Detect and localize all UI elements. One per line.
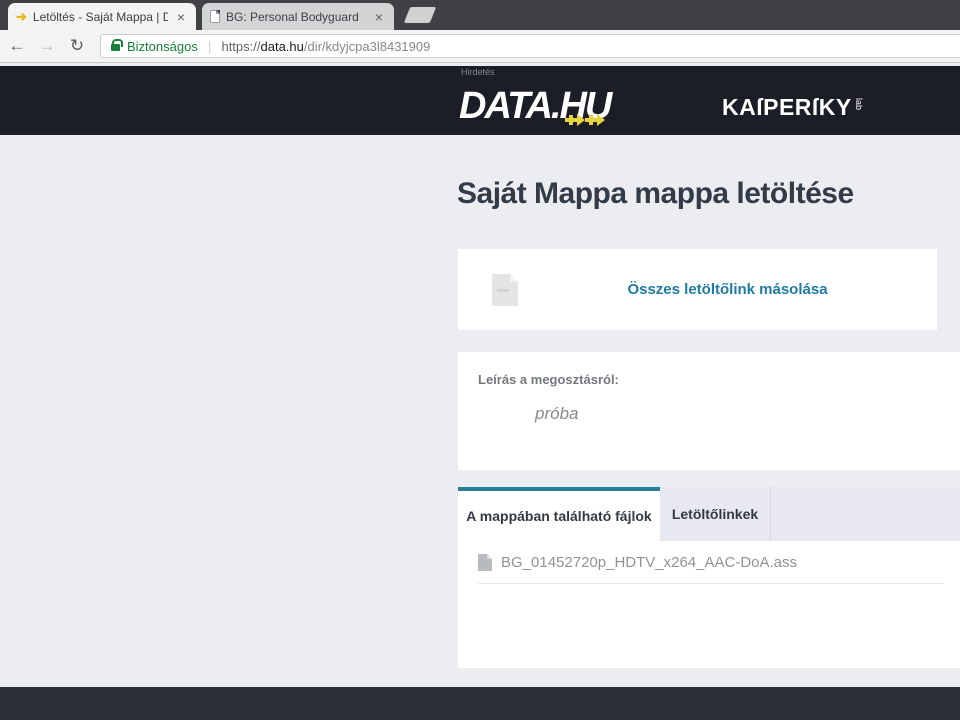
url-host: data.hu (261, 39, 304, 54)
description-card: Leírás a megosztásról: próba (458, 352, 960, 470)
tab-title: BG: Personal Bodyguard (226, 10, 366, 24)
copy-links-card: Összes letöltőlink másolása (458, 249, 937, 330)
page-viewport: Hirdetés DATA.HU KAſPERſKY lab Saját Map… (0, 63, 960, 720)
forward-button-icon: → (34, 36, 60, 56)
url-separator: | (208, 38, 212, 54)
secure-label[interactable]: Biztonságos (127, 39, 198, 54)
page-footer (0, 687, 960, 720)
secure-lock-icon (111, 44, 120, 51)
ad-banner[interactable]: Hirdetés DATA.HU KAſPERſKY lab (0, 66, 960, 135)
url-text[interactable]: https://data.hu/dir/kdyjcpa3l8431909 (221, 39, 430, 54)
copy-document-icon (492, 274, 518, 306)
back-button-icon[interactable]: ← (4, 36, 30, 56)
reload-button-icon[interactable]: ↻ (64, 36, 90, 56)
page-title: Saját Mappa mappa letöltése (457, 177, 854, 211)
tab-download-links[interactable]: Letöltőlinkek (660, 487, 771, 541)
kaspersky-lab-suffix: lab (854, 98, 864, 118)
description-label: Leírás a megosztásról: (478, 372, 619, 387)
file-name[interactable]: BG_01452720p_HDTV_x264_AAC-DoA.ass (501, 554, 797, 571)
content-tab-bar: A mappában található fájlok Letöltőlinke… (458, 487, 960, 541)
ad-label: Hirdetés (461, 67, 495, 77)
tab-title: Letöltés - Saját Mappa | D (33, 10, 168, 24)
new-tab-button[interactable] (404, 7, 436, 23)
browser-tab-strip: ➔ Letöltés - Saját Mappa | D × BG: Perso… (0, 0, 960, 30)
tab-close-icon[interactable]: × (372, 8, 386, 26)
browser-tab-inactive[interactable]: BG: Personal Bodyguard × (202, 3, 394, 30)
kaspersky-wordmark: KAſPERſKY (722, 94, 852, 121)
description-value: próba (535, 404, 578, 424)
tab-folder-files[interactable]: A mappában található fájlok (458, 487, 660, 541)
browser-toolbar: ← → ↻ Biztonságos | https://data.hu/dir/… (0, 30, 960, 63)
file-list-item[interactable]: BG_01452720p_HDTV_x264_AAC-DoA.ass (478, 541, 944, 584)
tab-close-icon[interactable]: × (174, 8, 188, 26)
page-favicon-icon (210, 10, 220, 23)
copy-all-links-button[interactable]: Összes letöltőlink másolása (518, 281, 937, 298)
url-path: /dir/kdyjcpa3l8431909 (304, 39, 430, 54)
file-document-icon (478, 554, 492, 571)
data-hu-logo-arrows-icon (565, 112, 598, 122)
address-bar[interactable]: Biztonságos | https://data.hu/dir/kdyjcp… (100, 34, 960, 58)
url-scheme: https:// (221, 39, 260, 54)
data-hu-favicon-icon: ➔ (16, 9, 27, 25)
browser-tab-active[interactable]: ➔ Letöltés - Saját Mappa | D × (8, 3, 196, 30)
file-list-panel: BG_01452720p_HDTV_x264_AAC-DoA.ass (458, 541, 960, 668)
kaspersky-logo[interactable]: KAſPERſKY lab (722, 94, 864, 121)
